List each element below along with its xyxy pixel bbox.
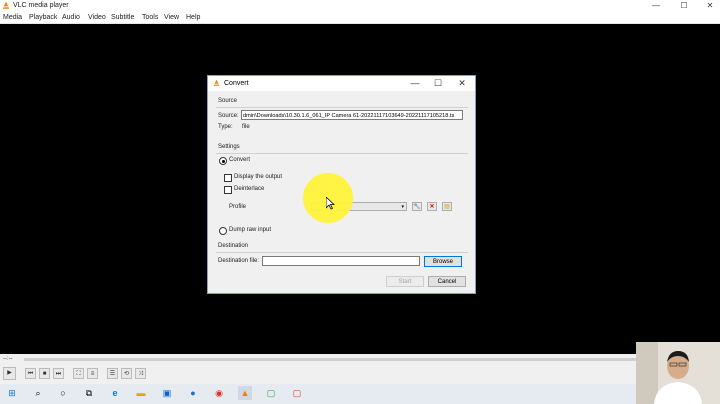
vlc-taskbar-icon[interactable]: ▲ bbox=[238, 386, 252, 400]
store-icon[interactable]: ▣ bbox=[160, 386, 174, 400]
menu-video[interactable]: Video bbox=[88, 14, 106, 21]
chevron-down-icon: ▾ bbox=[401, 204, 404, 210]
type-label: Type: bbox=[218, 124, 233, 130]
window-title: VLC media player bbox=[13, 2, 69, 9]
type-value: file bbox=[242, 124, 250, 130]
dump-raw-radio[interactable] bbox=[219, 227, 227, 235]
stop-icon[interactable]: ■ bbox=[39, 368, 50, 379]
loop-icon[interactable]: ⟲ bbox=[121, 368, 132, 379]
start-menu-icon[interactable]: ⊞ bbox=[5, 386, 19, 400]
seek-slider[interactable] bbox=[24, 358, 636, 361]
delete-profile-icon[interactable]: ✕ bbox=[427, 202, 437, 211]
convert-radio[interactable] bbox=[219, 157, 227, 165]
chrome-icon[interactable]: ◉ bbox=[212, 386, 226, 400]
display-output-checkbox[interactable] bbox=[224, 174, 232, 182]
file-explorer-icon[interactable]: ▬ bbox=[134, 386, 148, 400]
menu-media[interactable]: Media bbox=[3, 14, 22, 21]
source-field[interactable]: dmin\Downloads\10.30.1.6_061_IP Camera 6… bbox=[241, 110, 463, 120]
dialog-titlebar: Convert — ☐ ✕ bbox=[208, 76, 475, 91]
destination-file-label: Destination file: bbox=[218, 258, 260, 264]
close-icon[interactable]: ✕ bbox=[701, 0, 719, 12]
source-divider bbox=[216, 107, 468, 109]
shuffle-icon[interactable]: ⤨ bbox=[135, 368, 146, 379]
dialog-title: Convert bbox=[224, 80, 249, 87]
destination-section-label: Destination bbox=[218, 243, 249, 249]
source-section-label: Source bbox=[218, 98, 238, 104]
vlc-logo-icon bbox=[213, 79, 220, 86]
green-app-icon[interactable]: ▢ bbox=[264, 386, 278, 400]
menu-playback[interactable]: Playback bbox=[29, 14, 57, 21]
menu-help[interactable]: Help bbox=[186, 14, 200, 21]
search-icon[interactable]: ⌕ bbox=[31, 386, 45, 400]
elapsed-time: --:-- bbox=[3, 356, 13, 362]
deinterlace-checkbox[interactable] bbox=[224, 186, 232, 194]
display-output-label: Display the output bbox=[234, 174, 283, 180]
dialog-maximize-icon[interactable]: ☐ bbox=[427, 77, 449, 90]
dialog-close-icon[interactable]: ✕ bbox=[451, 77, 473, 90]
maximize-icon[interactable]: ☐ bbox=[675, 0, 693, 12]
deinterlace-label: Deinterlace bbox=[234, 186, 265, 192]
vlc-titlebar: VLC media player — ☐ ✕ bbox=[0, 0, 720, 12]
settings-section-label: Settings bbox=[218, 144, 240, 150]
dump-raw-label: Dump raw input bbox=[229, 227, 272, 233]
task-view-icon[interactable]: ○ bbox=[56, 386, 70, 400]
play-icon[interactable]: ▶ bbox=[3, 367, 16, 380]
destination-file-field[interactable] bbox=[262, 256, 420, 266]
webcam-overlay bbox=[636, 342, 720, 404]
skype-icon[interactable]: ● bbox=[186, 386, 200, 400]
cancel-button[interactable]: Cancel bbox=[428, 276, 466, 287]
playlist-icon[interactable]: ☰ bbox=[107, 368, 118, 379]
vlc-logo-icon bbox=[2, 1, 10, 9]
edit-profile-wrench-icon[interactable]: 🔧 bbox=[412, 202, 422, 211]
menu-subtitle[interactable]: Subtitle bbox=[111, 14, 134, 21]
presenter-image bbox=[636, 342, 720, 404]
dialog-minimize-icon[interactable]: — bbox=[404, 77, 426, 90]
red-app-icon[interactable]: ▢ bbox=[290, 386, 304, 400]
extended-settings-icon[interactable]: ≡ bbox=[87, 368, 98, 379]
start-button[interactable]: Start bbox=[386, 276, 424, 287]
source-label: Source: bbox=[218, 113, 239, 119]
next-icon[interactable]: ⏭ bbox=[53, 368, 64, 379]
menu-audio[interactable]: Audio bbox=[62, 14, 80, 21]
minimize-icon[interactable]: — bbox=[647, 0, 665, 12]
browse-button[interactable]: Browse bbox=[424, 256, 462, 267]
previous-icon[interactable]: ⏮ bbox=[25, 368, 36, 379]
new-profile-icon[interactable]: ▤ bbox=[442, 202, 452, 211]
profile-label: Profile bbox=[229, 204, 247, 210]
destination-divider bbox=[216, 252, 468, 254]
fullscreen-icon[interactable]: ⛶ bbox=[73, 368, 84, 379]
convert-label: Convert bbox=[229, 157, 251, 163]
settings-divider bbox=[216, 153, 468, 155]
menu-view[interactable]: View bbox=[164, 14, 179, 21]
widgets-icon[interactable]: ⧉ bbox=[82, 386, 96, 400]
edge-browser-icon[interactable]: e bbox=[108, 386, 122, 400]
mouse-pointer-icon bbox=[326, 197, 335, 210]
menu-bar: Media Playback Audio Video Subtitle Tool… bbox=[0, 12, 720, 24]
menu-tools[interactable]: Tools bbox=[142, 14, 158, 21]
